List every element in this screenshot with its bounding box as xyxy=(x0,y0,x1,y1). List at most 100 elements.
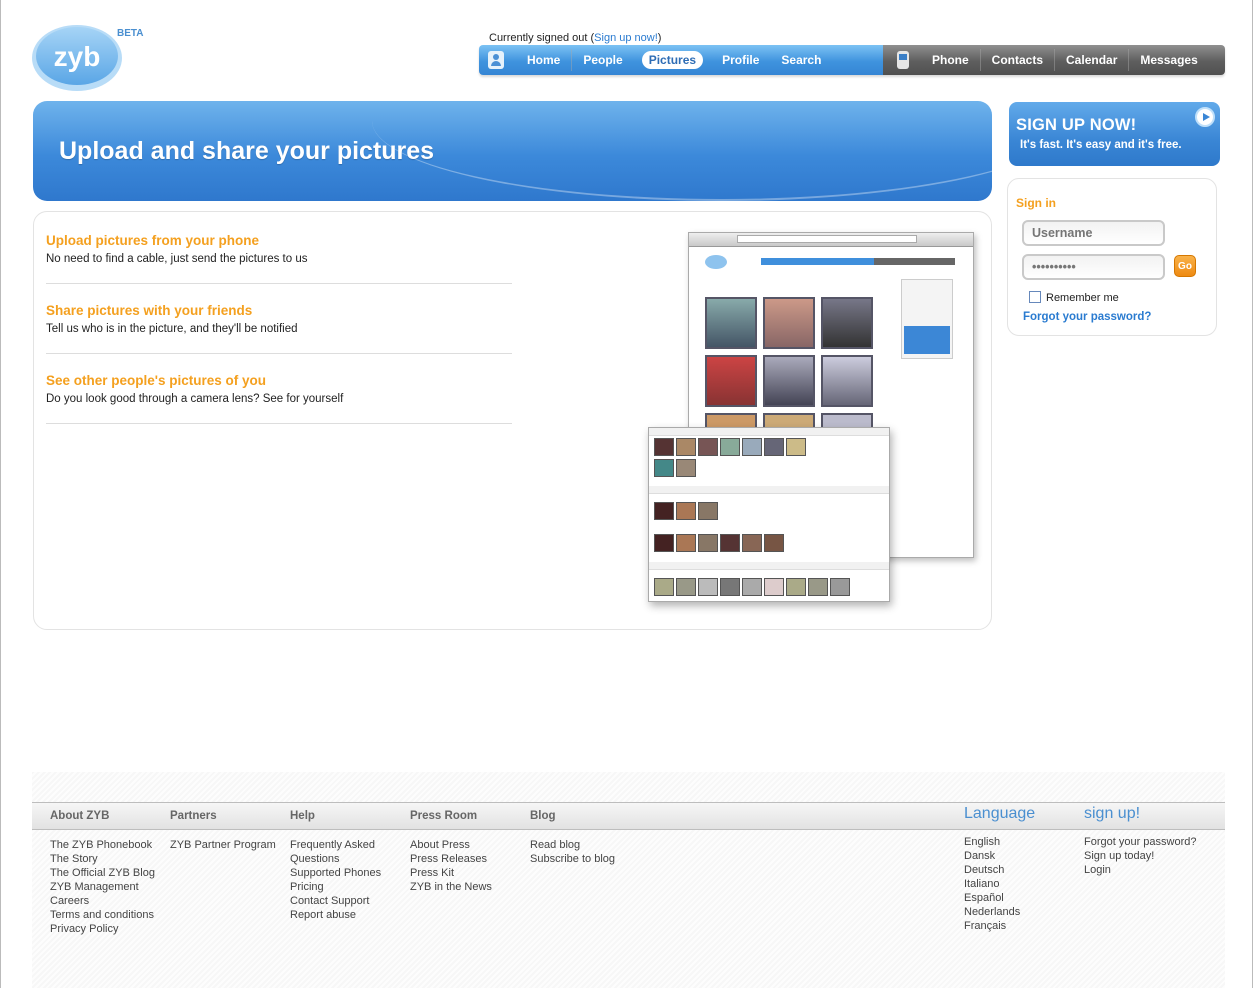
browser-url-bar xyxy=(737,235,917,243)
small-thumbnail xyxy=(654,438,674,456)
footer-link[interactable]: Terms and conditions xyxy=(50,908,155,922)
small-thumbnail xyxy=(786,578,806,596)
footer-column-heading: Press Room xyxy=(410,810,478,822)
photo-thumbnail xyxy=(763,297,815,349)
footer-link[interactable]: Report abuse xyxy=(290,908,381,922)
nav-people[interactable]: People xyxy=(572,53,633,67)
footer: About ZYB The ZYB Phonebook The Story The O… xyxy=(32,772,1225,988)
beta-badge: BETA xyxy=(117,28,144,39)
footer-link[interactable]: Questions xyxy=(290,852,381,866)
feature-item: Upload pictures from your phone No need … xyxy=(46,214,512,284)
nav-phone-section: Phone Contacts Calendar Messages xyxy=(883,45,1225,75)
remember-me-checkbox[interactable] xyxy=(1029,291,1041,303)
mini-section-header xyxy=(649,486,889,494)
mini-info-box xyxy=(904,326,950,354)
nav-primary: Home People Pictures Profile Search xyxy=(479,45,883,75)
forgot-password-link[interactable]: Forgot your password? xyxy=(1023,311,1151,323)
feature-title: Upload pictures from your phone xyxy=(46,233,260,248)
main-nav: Home People Pictures Profile Search Phon… xyxy=(479,45,1225,75)
feature-item: Share pictures with your friends Tell us… xyxy=(46,284,512,354)
small-thumbnail xyxy=(720,438,740,456)
footer-column: Press Room About Press Press Releases Press… xyxy=(410,810,492,894)
footer-column-heading: Language xyxy=(964,805,1036,822)
username-input[interactable] xyxy=(1022,220,1165,246)
footer-column: About ZYB The ZYB Phonebook The Story The O… xyxy=(50,810,155,936)
footer-link[interactable]: Forgot your password? xyxy=(1084,835,1197,849)
feature-text: Tell us who is in the picture, and they'… xyxy=(46,323,298,335)
footer-column-heading: Partners xyxy=(170,810,217,822)
footer-link[interactable]: Press Releases xyxy=(410,852,492,866)
footer-link[interactable]: ZYB Partner Program xyxy=(170,838,276,852)
small-thumbnail xyxy=(676,534,696,552)
nav-profile[interactable]: Profile xyxy=(711,53,770,67)
footer-link[interactable]: ZYB in the News xyxy=(410,880,492,894)
mini-section-header xyxy=(649,428,889,436)
footer-link[interactable]: Sign up today! xyxy=(1084,849,1197,863)
hero-decoration xyxy=(372,101,992,201)
footer-link[interactable]: Login xyxy=(1084,863,1197,877)
small-thumbnail xyxy=(786,438,806,456)
footer-link[interactable]: Pricing xyxy=(290,880,381,894)
small-thumbnail xyxy=(764,534,784,552)
small-thumbnail xyxy=(742,438,762,456)
signup-now-button[interactable]: SIGN UP NOW! It's fast. It's easy and it… xyxy=(1009,102,1220,166)
footer-column: sign up! Forgot your password? Sign up tod… xyxy=(1084,805,1197,877)
footer-link[interactable]: The Story xyxy=(50,852,155,866)
footer-link[interactable]: Nederlands xyxy=(964,905,1035,919)
footer-link[interactable]: English xyxy=(964,835,1035,849)
small-thumbnail xyxy=(676,578,696,596)
signup-now-link[interactable]: Sign up now! xyxy=(594,32,658,44)
footer-column: Partners ZYB Partner Program xyxy=(170,810,276,852)
feature-title: Share pictures with your friends xyxy=(46,303,253,318)
footer-link[interactable]: Subscribe to blog xyxy=(530,852,615,866)
feature-title: See other people's pictures of you xyxy=(46,373,267,388)
signin-panel: Sign in Go Remember me Forgot your passw… xyxy=(1007,178,1217,336)
footer-link[interactable]: About Press xyxy=(410,838,492,852)
small-thumbnail xyxy=(676,502,696,520)
footer-link[interactable]: ZYB Management xyxy=(50,880,155,894)
footer-column: Help Frequently Asked Questions Supported P… xyxy=(290,810,381,922)
nav-search[interactable]: Search xyxy=(770,53,832,67)
footer-link[interactable]: Frequently Asked xyxy=(290,838,381,852)
hero-banner: Upload and share your pictures xyxy=(33,101,992,201)
signup-title: SIGN UP NOW! xyxy=(1016,116,1137,134)
photo-thumbnail xyxy=(821,355,873,407)
status-text: Currently signed out ( xyxy=(489,32,595,44)
feature-text: No need to find a cable, just send the p… xyxy=(46,253,308,265)
footer-link[interactable]: Supported Phones xyxy=(290,866,381,880)
small-thumbnail xyxy=(654,578,674,596)
footer-link[interactable]: Press Kit xyxy=(410,866,492,880)
footer-link[interactable]: Español xyxy=(964,891,1035,905)
photo-thumbnail xyxy=(763,355,815,407)
footer-link[interactable]: Dansk xyxy=(964,849,1035,863)
small-thumbnail xyxy=(720,578,740,596)
footer-link[interactable]: Privacy Policy xyxy=(50,922,155,936)
go-button[interactable]: Go xyxy=(1174,255,1196,277)
zyb-logo[interactable]: zyb xyxy=(31,18,126,92)
nav-messages[interactable]: Messages xyxy=(1129,53,1208,67)
footer-link[interactable]: Contact Support xyxy=(290,894,381,908)
footer-link[interactable]: The ZYB Phonebook xyxy=(50,838,155,852)
nav-pictures[interactable]: Pictures xyxy=(641,51,704,69)
footer-link[interactable]: Read blog xyxy=(530,838,615,852)
password-input[interactable] xyxy=(1022,254,1165,280)
footer-link[interactable]: Français xyxy=(964,919,1035,933)
small-thumbnail xyxy=(764,438,784,456)
small-thumbnail xyxy=(654,502,674,520)
nav-phone[interactable]: Phone xyxy=(921,53,980,67)
feature-text: Do you look good through a camera lens? … xyxy=(46,393,344,405)
nav-contacts[interactable]: Contacts xyxy=(981,53,1054,67)
footer-column-heading: sign up! xyxy=(1084,805,1141,822)
nav-home[interactable]: Home xyxy=(516,53,571,67)
small-thumbnail xyxy=(830,578,850,596)
footer-link[interactable]: Careers xyxy=(50,894,155,908)
footer-link[interactable]: Italiano xyxy=(964,877,1035,891)
user-icon xyxy=(488,51,504,69)
signup-subtitle: It's fast. It's easy and it's free. xyxy=(1020,139,1182,151)
footer-link[interactable]: Deutsch xyxy=(964,863,1035,877)
arrow-right-icon xyxy=(1195,107,1215,127)
footer-link[interactable]: The Official ZYB Blog xyxy=(50,866,155,880)
screenshot-pictures-image xyxy=(648,427,890,602)
nav-calendar[interactable]: Calendar xyxy=(1055,53,1128,67)
small-thumbnail xyxy=(698,534,718,552)
